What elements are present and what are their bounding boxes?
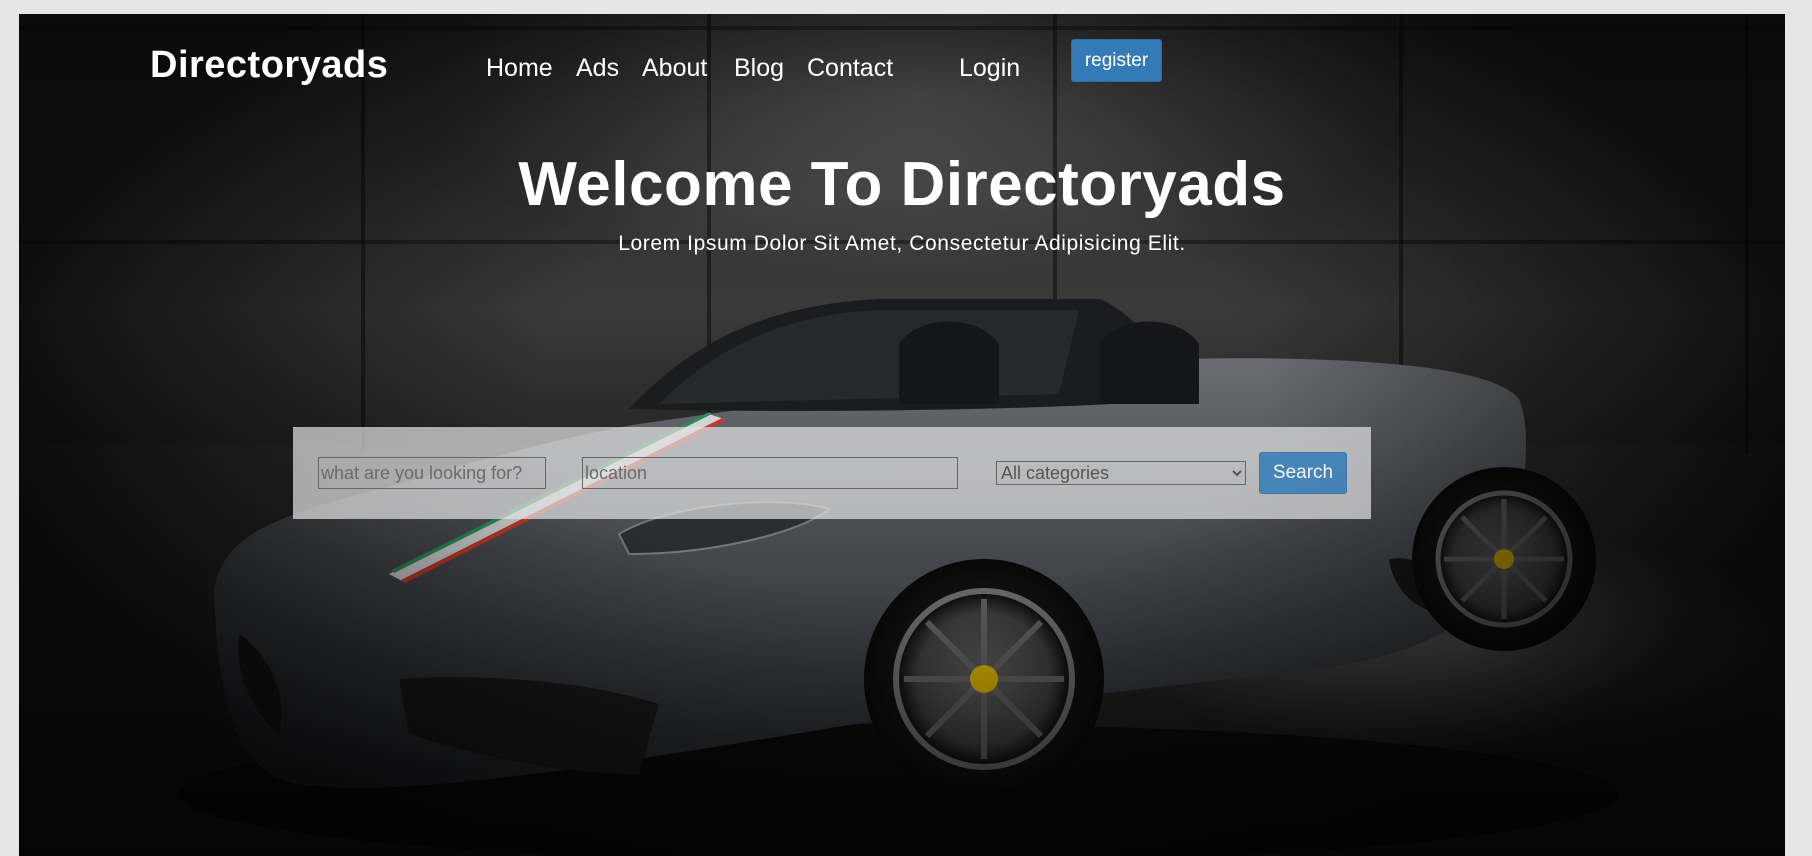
category-select[interactable]: All categories	[996, 461, 1246, 485]
nav-item-contact[interactable]: Contact	[807, 54, 893, 83]
register-button[interactable]: register	[1071, 39, 1162, 82]
hero-title: Welcome To Directoryads	[518, 150, 1286, 219]
hero-section: Directoryads Home Ads About Blog Contact…	[19, 14, 1785, 856]
brand-logo[interactable]: Directoryads	[150, 44, 388, 87]
nav-item-home[interactable]: Home	[486, 54, 553, 83]
nav-item-login[interactable]: Login	[959, 54, 1020, 83]
search-panel: All categories Search	[293, 427, 1371, 519]
nav-item-blog[interactable]: Blog	[734, 54, 784, 83]
nav-item-about[interactable]: About	[642, 54, 707, 83]
location-input[interactable]	[582, 457, 958, 489]
hero-subtitle: Lorem Ipsum Dolor Sit Amet, Consectetur …	[618, 232, 1186, 255]
search-input[interactable]	[318, 457, 546, 489]
search-button[interactable]: Search	[1259, 452, 1347, 494]
nav-item-ads[interactable]: Ads	[576, 54, 619, 83]
